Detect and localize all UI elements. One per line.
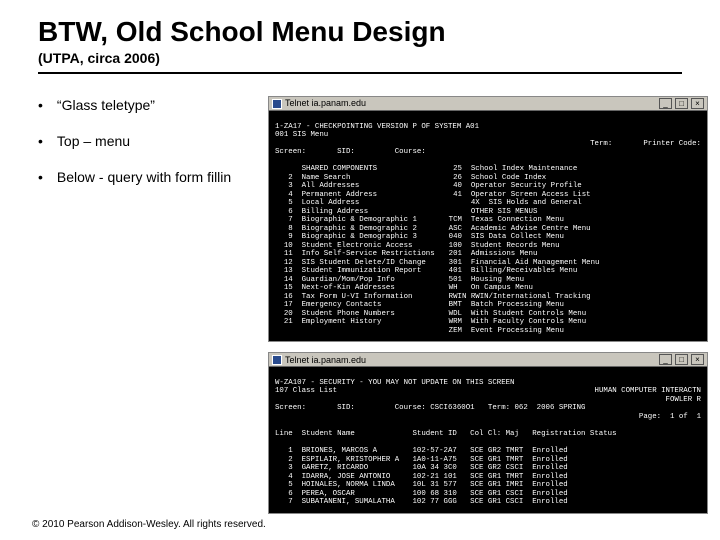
screenshots-column: Telnet ia.panam.edu _ □ × 1-ZA17 - CHECK… <box>268 96 708 514</box>
window-title: Telnet ia.panam.edu <box>285 98 366 108</box>
menu-columns: SHARED COMPONENTS 2 Name Search 3 All Ad… <box>275 165 701 335</box>
term-line: 1-ZA17 - CHECKPOINTING VERSION P OF SYST… <box>275 123 479 131</box>
bullet-item: Top – menu <box>38 132 268 150</box>
copyright-footer: © 2010 Pearson Addison-Wesley. All right… <box>32 519 266 530</box>
telnet-icon <box>272 355 282 365</box>
terminal-body: 1-ZA17 - CHECKPOINTING VERSION P OF SYST… <box>269 111 707 341</box>
term-line-right: HUMAN COMPUTER INTERACTN <box>595 387 701 396</box>
bullet-list: “Glass teletype” Top – menu Below - quer… <box>38 96 268 514</box>
bullet-text: Below - query with form fillin <box>57 168 231 186</box>
term-line-right: Page: 1 of 1 <box>639 413 701 422</box>
bullet-text: “Glass teletype” <box>57 96 155 114</box>
terminal-body: W-ZA107 - SECURITY - YOU MAY NOT UPDATE … <box>269 367 707 512</box>
content-area: “Glass teletype” Top – menu Below - quer… <box>0 74 720 514</box>
table-rows: 1 BRIONES, MARCOS A 102-57-2A7 SCE GR2 T… <box>275 447 568 506</box>
term-line: Screen: SID: Course: <box>275 148 426 156</box>
bullet-text: Top – menu <box>57 132 130 150</box>
table-header: Line Student Name Student ID Col Cl: Maj… <box>275 430 617 438</box>
term-line: 001 SIS Menu <box>275 131 328 139</box>
term-line-right: Term: Printer Code: <box>590 140 701 149</box>
minimize-button[interactable]: _ <box>659 354 672 365</box>
minimize-button[interactable]: _ <box>659 98 672 109</box>
menu-right-column: 25 School Index Maintenance 26 School Co… <box>449 165 600 335</box>
term-line: W-ZA107 - SECURITY - YOU MAY NOT UPDATE … <box>275 379 515 387</box>
telnet-icon <box>272 99 282 109</box>
term-line: 107 Class List <box>275 387 337 395</box>
window-titlebar: Telnet ia.panam.edu _ □ × <box>269 97 707 111</box>
slide-subtitle: (UTPA, circa 2006) <box>0 50 720 66</box>
term-line-right: FOWLER R <box>666 396 701 405</box>
close-button[interactable]: × <box>691 98 704 109</box>
telnet-window-menu: Telnet ia.panam.edu _ □ × 1-ZA17 - CHECK… <box>268 96 708 342</box>
menu-left-column: SHARED COMPONENTS 2 Name Search 3 All Ad… <box>275 165 435 335</box>
maximize-button[interactable]: □ <box>675 354 688 365</box>
term-line: Screen: SID: Course: CSCI6360O1 Term: 06… <box>275 404 585 412</box>
telnet-window-query: Telnet ia.panam.edu _ □ × W-ZA107 - SECU… <box>268 352 708 513</box>
close-button[interactable]: × <box>691 354 704 365</box>
bullet-item: Below - query with form fillin <box>38 168 268 186</box>
bullet-item: “Glass teletype” <box>38 96 268 114</box>
slide-title: BTW, Old School Menu Design <box>0 0 720 50</box>
window-titlebar: Telnet ia.panam.edu _ □ × <box>269 353 707 367</box>
window-title: Telnet ia.panam.edu <box>285 355 366 365</box>
maximize-button[interactable]: □ <box>675 98 688 109</box>
